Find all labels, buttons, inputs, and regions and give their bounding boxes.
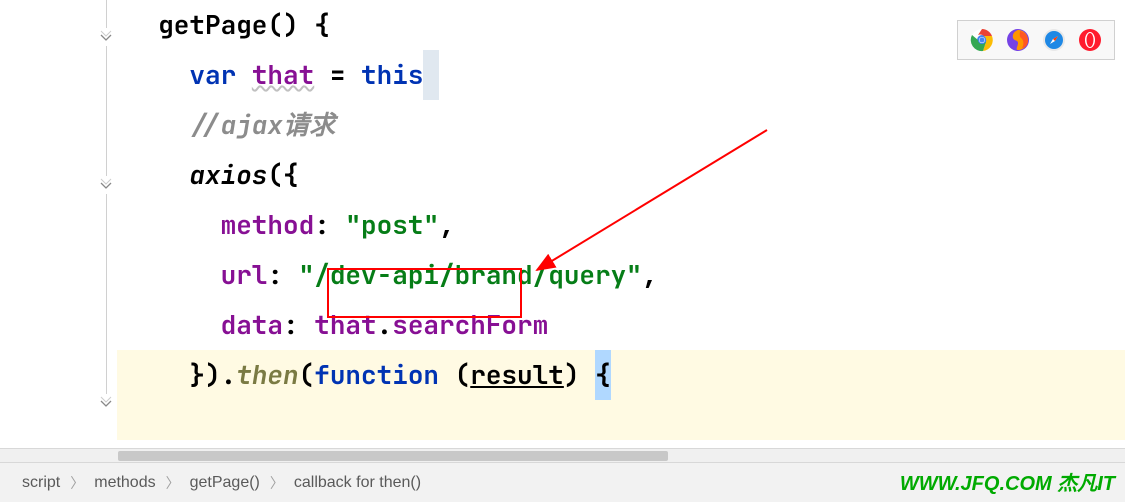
chevron-right-icon: 〉 [160, 473, 186, 493]
firefox-icon[interactable] [1006, 28, 1030, 52]
breadcrumb-item[interactable]: getPage() [186, 474, 264, 492]
breadcrumb-item[interactable]: callback for then() [290, 474, 425, 492]
code-editor[interactable]: getPage() { var that = this //ajax请求 axi… [0, 0, 1125, 448]
url-string: "/dev-api/brand/query" [299, 250, 642, 300]
safari-icon[interactable] [1042, 28, 1066, 52]
watermark: WWW.JFQ.COM 杰凡IT [900, 467, 1115, 496]
fold-marker-icon[interactable] [97, 176, 115, 194]
code-content[interactable]: getPage() { var that = this //ajax请求 axi… [117, 0, 1125, 448]
fold-marker-icon[interactable] [97, 28, 115, 46]
fold-marker-icon[interactable] [97, 394, 115, 412]
opera-icon[interactable] [1078, 28, 1102, 52]
breadcrumb-item[interactable]: script [18, 474, 64, 492]
gutter [0, 0, 117, 448]
breadcrumb-item[interactable]: methods [90, 474, 159, 492]
chevron-right-icon: 〉 [64, 473, 90, 493]
browser-icons-panel [957, 20, 1115, 60]
chevron-right-icon: 〉 [264, 473, 290, 493]
horizontal-scrollbar[interactable] [0, 448, 1125, 462]
code-method: getPage [158, 0, 267, 50]
code-comment: //ajax请求 [189, 100, 335, 150]
cursor [423, 50, 439, 100]
chrome-icon[interactable] [970, 28, 994, 52]
scrollbar-thumb[interactable] [118, 451, 668, 461]
